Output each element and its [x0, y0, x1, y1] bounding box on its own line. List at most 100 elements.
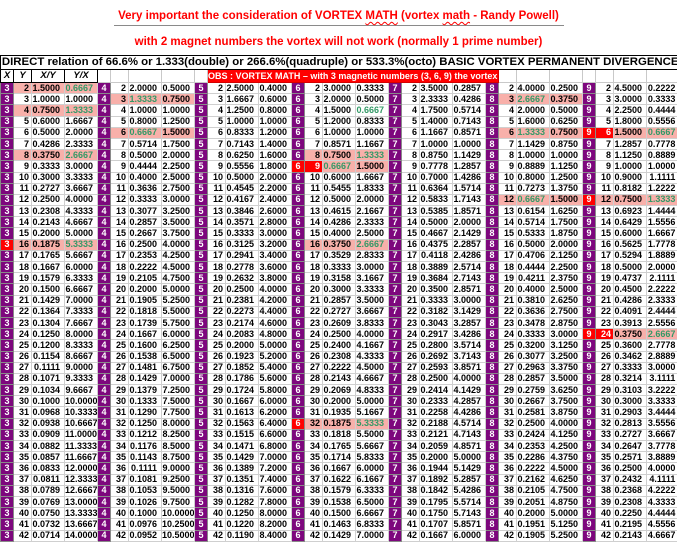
cell-ratio-x-over-y[interactable]: 0.5000 — [614, 262, 647, 273]
cell-ratio-y-over-x[interactable]: 7.7500 — [162, 407, 195, 418]
cell-ratio-y-over-x[interactable]: 4.5000 — [550, 463, 583, 474]
cell-ratio-x-over-y[interactable]: 1.0000 — [226, 116, 259, 127]
cell-x[interactable]: 3 — [1, 116, 14, 127]
cell-ratio-x-over-y[interactable]: 0.1500 — [323, 508, 356, 519]
cell-ratio-y-over-x[interactable]: 3.1667 — [356, 273, 389, 284]
cell-y[interactable]: 26 — [111, 351, 129, 362]
cell-y[interactable]: 17 — [208, 250, 226, 261]
cell-x[interactable]: 9 — [583, 317, 596, 328]
cell-ratio-x-over-y[interactable]: 0.3333 — [517, 329, 550, 340]
cell-ratio-x-over-y[interactable]: 0.2059 — [420, 441, 453, 452]
cell-ratio-y-over-x[interactable]: 4.1667 — [356, 340, 389, 351]
cell-x[interactable]: 9 — [583, 94, 596, 105]
cell-ratio-y-over-x[interactable]: 4.6000 — [259, 317, 292, 328]
cell-ratio-x-over-y[interactable]: 0.3077 — [517, 351, 550, 362]
cell-ratio-y-over-x[interactable]: 1.3333 — [647, 194, 677, 205]
cell-y[interactable]: 24 — [111, 329, 129, 340]
cell-x[interactable]: 9 — [583, 161, 596, 172]
cell-x[interactable]: 8 — [486, 329, 499, 340]
cell-x[interactable]: 4 — [98, 306, 111, 317]
cell-ratio-y-over-x[interactable]: 3.2222 — [647, 385, 677, 396]
cell-y[interactable]: 39 — [402, 496, 420, 507]
cell-ratio-y-over-x[interactable]: 12.0000 — [65, 463, 98, 474]
cell-y[interactable]: 35 — [402, 452, 420, 463]
cell-ratio-y-over-x[interactable]: 5.1250 — [550, 519, 583, 530]
cell-x[interactable]: 4 — [98, 239, 111, 250]
cell-ratio-x-over-y[interactable]: 1.0000 — [323, 127, 356, 138]
cell-x[interactable]: 7 — [389, 530, 402, 541]
cell-y[interactable]: 2 — [499, 83, 517, 94]
cell-x[interactable]: 8 — [486, 217, 499, 228]
cell-x[interactable]: 8 — [486, 138, 499, 149]
cell-ratio-y-over-x[interactable]: 1.7778 — [647, 239, 677, 250]
cell-ratio-y-over-x[interactable]: 3.0000 — [356, 262, 389, 273]
cell-ratio-y-over-x[interactable]: 3.0000 — [259, 228, 292, 239]
empty-header-cell[interactable] — [517, 70, 550, 83]
cell-ratio-y-over-x[interactable]: 0.6667 — [647, 127, 677, 138]
cell-ratio-y-over-x[interactable]: 0.3750 — [550, 94, 583, 105]
cell-y[interactable]: 23 — [14, 317, 32, 328]
cell-ratio-y-over-x[interactable]: 3.7143 — [453, 351, 486, 362]
cell-y[interactable]: 36 — [208, 463, 226, 474]
cell-ratio-y-over-x[interactable]: 8.4000 — [259, 530, 292, 541]
cell-x[interactable]: 6 — [292, 239, 305, 250]
cell-x[interactable]: 8 — [486, 105, 499, 116]
cell-ratio-x-over-y[interactable]: 1.7500 — [420, 105, 453, 116]
cell-ratio-y-over-x[interactable]: 0.5714 — [453, 105, 486, 116]
cell-ratio-x-over-y[interactable]: 0.3000 — [32, 172, 65, 183]
cell-x[interactable]: 6 — [292, 228, 305, 239]
cell-ratio-y-over-x[interactable]: 4.7500 — [550, 485, 583, 496]
cell-y[interactable]: 31 — [14, 407, 32, 418]
cell-ratio-x-over-y[interactable]: 0.5385 — [420, 206, 453, 217]
cell-x[interactable]: 6 — [292, 485, 305, 496]
cell-y[interactable]: 13 — [499, 206, 517, 217]
cell-ratio-x-over-y[interactable]: 0.2667 — [517, 396, 550, 407]
cell-x[interactable]: 9 — [583, 441, 596, 452]
cell-x[interactable]: 9 — [583, 127, 596, 138]
cell-ratio-x-over-y[interactable]: 0.2051 — [517, 496, 550, 507]
cell-ratio-x-over-y[interactable]: 0.1842 — [420, 485, 453, 496]
cell-ratio-y-over-x[interactable]: 0.6667 — [356, 105, 389, 116]
cell-x[interactable]: 3 — [1, 83, 14, 94]
cell-ratio-y-over-x[interactable]: 1.7143 — [453, 194, 486, 205]
cell-ratio-x-over-y[interactable]: 0.6000 — [323, 172, 356, 183]
cell-ratio-x-over-y[interactable]: 0.0833 — [32, 463, 65, 474]
cell-x[interactable]: 9 — [583, 284, 596, 295]
cell-ratio-y-over-x[interactable]: 12.3333 — [65, 474, 98, 485]
cell-ratio-x-over-y[interactable]: 0.2759 — [517, 385, 550, 396]
cell-y[interactable]: 17 — [402, 250, 420, 261]
cell-y[interactable]: 29 — [499, 385, 517, 396]
cell-x[interactable]: 3 — [1, 94, 14, 105]
cell-ratio-x-over-y[interactable]: 0.8000 — [517, 172, 550, 183]
cell-ratio-x-over-y[interactable]: 0.2500 — [32, 194, 65, 205]
cell-y[interactable]: 18 — [111, 262, 129, 273]
cell-ratio-y-over-x[interactable]: 0.8571 — [453, 127, 486, 138]
cell-y[interactable]: 5 — [596, 116, 614, 127]
cell-y[interactable]: 33 — [596, 429, 614, 440]
cell-ratio-x-over-y[interactable]: 0.8182 — [614, 183, 647, 194]
cell-ratio-y-over-x[interactable]: 5.0000 — [259, 340, 292, 351]
cell-ratio-y-over-x[interactable]: 2.8571 — [453, 284, 486, 295]
cell-x[interactable]: 5 — [195, 83, 208, 94]
cell-ratio-y-over-x[interactable]: 4.8000 — [259, 329, 292, 340]
cell-ratio-y-over-x[interactable]: 4.5714 — [453, 418, 486, 429]
cell-x[interactable]: 5 — [195, 373, 208, 384]
cell-ratio-y-over-x[interactable]: 6.8000 — [259, 441, 292, 452]
cell-ratio-y-over-x[interactable]: 2.1667 — [356, 206, 389, 217]
cell-x[interactable]: 5 — [195, 183, 208, 194]
cell-y[interactable]: 30 — [305, 396, 323, 407]
cell-x[interactable]: 3 — [1, 127, 14, 138]
cell-ratio-x-over-y[interactable]: 2.5000 — [226, 83, 259, 94]
cell-ratio-y-over-x[interactable]: 2.4444 — [647, 306, 677, 317]
cell-ratio-y-over-x[interactable]: 7.4000 — [259, 474, 292, 485]
cell-ratio-x-over-y[interactable]: 2.0000 — [323, 94, 356, 105]
cell-x[interactable]: 3 — [1, 362, 14, 373]
cell-x[interactable]: 4 — [98, 496, 111, 507]
cell-ratio-x-over-y[interactable]: 0.3043 — [420, 317, 453, 328]
cell-y[interactable]: 6 — [596, 127, 614, 138]
cell-ratio-y-over-x[interactable]: 2.8333 — [356, 250, 389, 261]
cell-ratio-x-over-y[interactable]: 1.0000 — [420, 138, 453, 149]
cell-y[interactable]: 5 — [111, 116, 129, 127]
cell-ratio-y-over-x[interactable]: 5.8333 — [356, 452, 389, 463]
cell-y[interactable]: 6 — [111, 127, 129, 138]
